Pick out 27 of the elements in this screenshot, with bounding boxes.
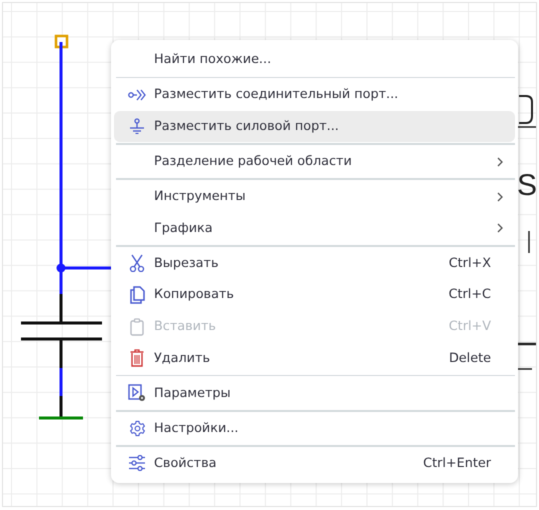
menu-item[interactable]: Параметры bbox=[114, 377, 515, 410]
menu-item[interactable]: Разделение рабочей области bbox=[114, 146, 515, 178]
copy-icon bbox=[130, 286, 144, 304]
connector-port-icon bbox=[128, 88, 146, 101]
diagram-text: S bbox=[517, 171, 536, 201]
menu-item[interactable]: Графика bbox=[114, 212, 515, 244]
menu-item[interactable]: Найти похожие... bbox=[114, 44, 515, 76]
scissors-icon bbox=[129, 254, 145, 272]
shortcut-text: Ctrl+V bbox=[448, 319, 491, 334]
clipboard-icon bbox=[130, 318, 144, 336]
ground-icon bbox=[129, 118, 145, 134]
sliders-icon bbox=[128, 455, 146, 472]
menu-item[interactable]: Удалить Delete bbox=[114, 342, 515, 374]
menu-item[interactable]: Копировать Ctrl+C bbox=[114, 279, 515, 311]
menu-item[interactable]: Настройки... bbox=[114, 412, 515, 444]
shortcut-text: Ctrl+Enter bbox=[423, 456, 491, 471]
settings-icon bbox=[128, 420, 146, 437]
shortcut-text: Ctrl+C bbox=[448, 287, 491, 302]
shortcut-text: Delete bbox=[448, 350, 491, 366]
shortcut-text: Ctrl+X bbox=[448, 256, 491, 271]
menu-item[interactable]: Разместить соединительный порт... bbox=[114, 79, 515, 111]
menu-item[interactable]: Разместить силовой порт... bbox=[114, 110, 515, 142]
parameters-icon bbox=[128, 384, 146, 402]
menu-item[interactable]: Вырезать Ctrl+X bbox=[114, 248, 515, 280]
menu-item[interactable]: Инструменты bbox=[114, 180, 515, 212]
trash-icon bbox=[130, 349, 144, 368]
menu-item[interactable]: Свойства Ctrl+Enter bbox=[114, 448, 515, 480]
